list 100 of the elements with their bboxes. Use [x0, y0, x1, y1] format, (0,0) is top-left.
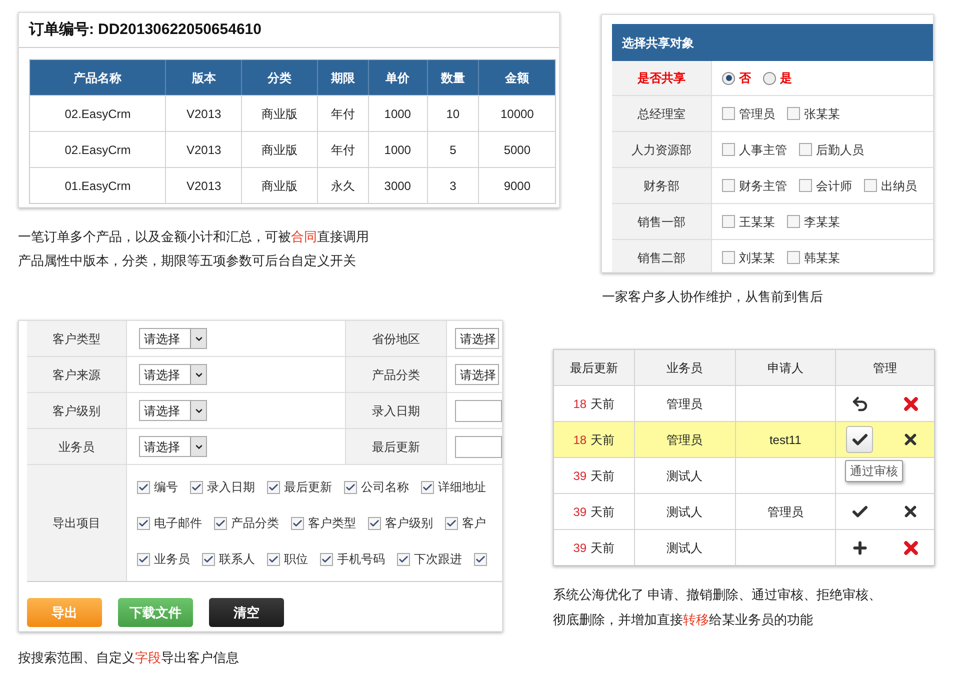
action-button[interactable] [846, 426, 874, 453]
checkbox[interactable] [799, 179, 812, 192]
column-header: 分类 [242, 60, 318, 95]
caption-text: 系统公海优化了 申请、撤销删除、通过审核、拒绝审核、 [553, 586, 882, 604]
select-field[interactable]: 请选择 [139, 436, 207, 457]
checkbox[interactable] [397, 552, 410, 566]
check-icon [422, 482, 433, 492]
department-label: 人力资源部 [612, 132, 712, 167]
checkbox[interactable] [722, 107, 735, 120]
table-cell: 测试人 [634, 530, 736, 565]
checkbox[interactable] [722, 251, 735, 264]
checkbox[interactable] [291, 516, 304, 530]
table-cell: 10 [428, 96, 480, 131]
checkbox[interactable] [137, 516, 150, 530]
member-label: 韩某某 [804, 250, 840, 266]
select-field[interactable]: 请选择 [139, 328, 207, 349]
checkbox[interactable] [368, 516, 381, 530]
member-label: 财务主管 [739, 178, 787, 194]
department-label: 总经理室 [612, 96, 712, 131]
table-cell: 年付 [318, 132, 369, 167]
check-icon [398, 554, 409, 564]
table-cell-text: test11 [769, 432, 802, 448]
checkbox[interactable] [190, 480, 203, 494]
days-count: 39 [573, 504, 587, 520]
checkbox[interactable] [421, 480, 434, 494]
checkbox[interactable] [864, 179, 877, 192]
table-cell: 1000 [368, 96, 428, 131]
field-label: 录入日期 [346, 393, 447, 428]
check-icon [268, 482, 279, 492]
check-icon [475, 554, 486, 564]
member-label: 后勤人员 [816, 142, 864, 158]
table-cell: 年付 [318, 96, 369, 131]
checkbox[interactable] [787, 251, 800, 264]
checkbox[interactable] [137, 552, 150, 566]
select-field[interactable]: 请选择 [455, 328, 499, 349]
field-label: 导出项目 [27, 465, 127, 581]
checkbox[interactable] [722, 215, 735, 228]
days-unit: 天前 [590, 504, 615, 520]
checkbox[interactable] [267, 552, 280, 566]
member-label: 出纳员 [881, 178, 917, 194]
action-button[interactable]: 清空 [209, 598, 284, 627]
checkbox[interactable] [320, 552, 333, 566]
column-header: 产品名称 [30, 60, 166, 95]
caption-text: 按搜索范围、自定义字段导出客户信息 [18, 649, 239, 667]
table-cell: 01.EasyCrm [30, 168, 166, 203]
column-header: 版本 [166, 60, 242, 95]
date-field[interactable] [455, 436, 502, 458]
date-field[interactable] [455, 400, 502, 422]
undo-icon[interactable] [850, 394, 869, 412]
field-label: 最后更新 [346, 429, 447, 464]
select-field[interactable]: 请选择 [455, 364, 499, 385]
checkbox[interactable] [722, 143, 735, 156]
field-label: 客户来源 [27, 357, 127, 392]
check-icon [138, 518, 149, 528]
table-cell: 3000 [368, 168, 428, 203]
caption-text: 一家客户多人协作维护，从售前到售后 [602, 288, 823, 306]
table-cell: 3 [428, 168, 480, 203]
checkbox[interactable] [202, 552, 215, 566]
checkbox[interactable] [137, 480, 150, 494]
checkbox[interactable] [267, 480, 280, 494]
field-option-label: 客户 [462, 515, 486, 532]
caption-text: 产品属性中版本，分类，期限等五项参数可后台自定义开关 [18, 252, 356, 270]
checkbox[interactable] [474, 552, 487, 566]
column-header: 单价 [368, 60, 428, 95]
table-cell: 商业版 [242, 168, 318, 203]
select-field[interactable]: 请选择 [139, 400, 207, 421]
days-unit: 天前 [590, 468, 615, 484]
check-icon [292, 518, 303, 528]
column-header: 管理 [872, 360, 898, 376]
field-option-label: 产品分类 [231, 515, 279, 532]
member-label: 张某某 [804, 106, 840, 122]
radio-button[interactable] [763, 72, 776, 84]
checkbox[interactable] [799, 143, 812, 156]
check-icon [345, 482, 356, 492]
column-header: 期限 [318, 60, 369, 95]
member-label: 人事主管 [739, 142, 787, 158]
check-icon [203, 554, 214, 564]
checkbox[interactable] [787, 215, 800, 228]
field-option-label: 编号 [154, 479, 178, 496]
add-icon[interactable] [850, 538, 869, 556]
checkbox[interactable] [445, 516, 458, 530]
table-cell: V2013 [166, 168, 242, 203]
checkbox[interactable] [722, 179, 735, 192]
check-icon [215, 518, 226, 528]
field-option-label: 最后更新 [284, 479, 332, 496]
checkbox[interactable] [787, 107, 800, 120]
check-icon [369, 518, 380, 528]
check-icon [191, 482, 202, 492]
department-label: 销售一部 [612, 204, 712, 239]
table-cell-text: 10000 [499, 106, 535, 122]
select-field[interactable]: 请选择 [139, 364, 207, 385]
radio-button[interactable] [722, 72, 735, 84]
checkbox[interactable] [344, 480, 357, 494]
checkbox[interactable] [214, 516, 227, 530]
table-cell: 02.EasyCrm [30, 96, 166, 131]
order-number: DD20130622050654610 [98, 20, 262, 40]
caption-text: 彻底删除，并增加直接转移给某业务员的功能 [553, 611, 813, 629]
table-cell: 1000 [368, 132, 428, 167]
field-option-label: 详细地址 [438, 479, 486, 496]
days-unit: 天前 [590, 396, 615, 412]
